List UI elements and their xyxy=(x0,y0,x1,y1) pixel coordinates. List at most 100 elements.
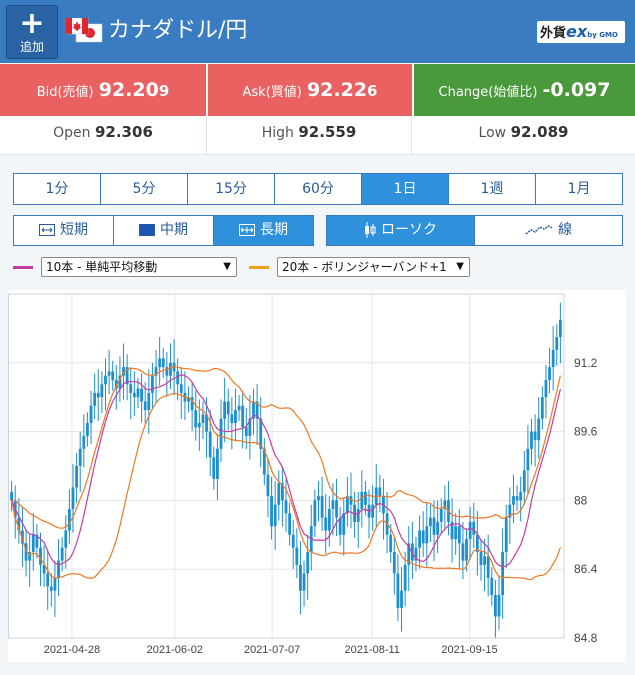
bid-value: 92.20 xyxy=(98,79,159,101)
candle-body xyxy=(60,547,64,561)
ask-label: Ask(買値) xyxy=(242,85,302,100)
candlestick-label: ローソク xyxy=(381,222,437,238)
candle-body xyxy=(439,509,443,522)
candle-body xyxy=(324,517,328,531)
candle-body xyxy=(179,384,183,393)
low-label: Low xyxy=(478,125,507,141)
candle-body xyxy=(483,556,486,565)
candle-body xyxy=(468,521,472,540)
candle-body xyxy=(151,375,154,393)
candle-body xyxy=(501,552,505,595)
low-pip: 9 xyxy=(558,123,569,141)
y-tick-label: 91.2 xyxy=(574,356,598,370)
tab-long-term[interactable]: 長期 xyxy=(214,216,313,245)
candle-body xyxy=(194,410,198,428)
mid-term-label: 中期 xyxy=(160,222,188,238)
candle-body xyxy=(436,521,440,535)
candle-body xyxy=(472,521,476,535)
tab-candlestick[interactable]: ローソク xyxy=(327,216,475,245)
long-term-icon xyxy=(239,224,255,236)
bb-select[interactable]: 20本 - ボリンジャーバンド+1 ▼ xyxy=(277,257,470,277)
tab-1day[interactable]: 1日 xyxy=(362,174,449,204)
candle-body xyxy=(400,590,403,608)
x-tick-label: 2021-04-28 xyxy=(44,644,100,656)
ask-pip: 6 xyxy=(367,82,378,100)
change-label: Change(始値比) xyxy=(438,85,538,100)
tab-1week[interactable]: 1週 xyxy=(449,174,536,204)
plus-icon: + xyxy=(19,6,45,41)
candle-body xyxy=(201,414,205,423)
change-value: -0.097 xyxy=(542,79,611,101)
tab-mid-term[interactable]: 中期 xyxy=(114,216,214,245)
bid-label: Bid(売値) xyxy=(36,85,94,100)
add-button[interactable]: + 追加 xyxy=(6,5,58,59)
candle-body xyxy=(432,517,436,535)
candle-body xyxy=(364,491,367,505)
tab-line[interactable]: 線 xyxy=(475,216,622,245)
candle-body xyxy=(234,410,237,423)
x-tick-label: 2021-09-15 xyxy=(441,644,497,656)
ask-box: Ask(買値) 92.226 xyxy=(208,64,412,116)
ma-select-value: 10本 - 単純平均移動 xyxy=(46,260,158,274)
candle-body xyxy=(497,595,501,617)
app-header: + 追加 カナダドル/円 外貨exby GMO xyxy=(0,0,635,63)
candle-body xyxy=(161,358,165,368)
candle-body xyxy=(389,534,393,552)
candle-body xyxy=(46,573,50,587)
candle-body xyxy=(345,496,349,514)
candle-body xyxy=(371,504,375,518)
ma-select[interactable]: 10本 - 単純平均移動 ▼ xyxy=(41,257,237,277)
candle-body xyxy=(277,483,281,505)
candle-body xyxy=(425,526,429,544)
candle-body xyxy=(132,392,136,398)
candle-body xyxy=(494,595,497,617)
candle-body xyxy=(93,392,97,406)
candle-body xyxy=(454,526,458,540)
candle-body xyxy=(540,397,544,419)
candle-body xyxy=(526,448,530,471)
tab-1month[interactable]: 1月 xyxy=(536,174,622,204)
candle-body xyxy=(421,530,425,544)
candle-body xyxy=(515,496,519,501)
candle-body xyxy=(176,371,180,385)
tab-short-term[interactable]: 短期 xyxy=(14,216,114,245)
candlestick-icon xyxy=(365,222,376,238)
candle-body xyxy=(89,405,93,423)
candle-body xyxy=(392,552,396,574)
candle-body xyxy=(486,556,490,578)
candle-body xyxy=(49,586,53,591)
candle-body xyxy=(39,547,42,565)
tab-5min[interactable]: 5分 xyxy=(101,174,188,204)
candle-body xyxy=(320,496,324,518)
candle-body xyxy=(270,496,273,527)
candle-body xyxy=(111,371,115,380)
candle-body xyxy=(212,457,216,479)
line-chart-icon xyxy=(525,225,553,235)
candle-body xyxy=(244,427,248,436)
candle-body xyxy=(544,380,548,398)
candle-body xyxy=(67,509,71,531)
tab-60min[interactable]: 60分 xyxy=(275,174,362,204)
candle-body xyxy=(86,423,89,436)
candle-body xyxy=(295,547,299,565)
open-label: Open xyxy=(53,125,91,141)
candle-body xyxy=(522,470,526,492)
open-value: 92.30 xyxy=(94,123,143,141)
candle-body xyxy=(479,552,483,565)
tab-15min[interactable]: 15分 xyxy=(188,174,275,204)
timeframe-tabs: 1分 5分 15分 60分 1日 1週 1月 xyxy=(13,173,623,205)
candle-body xyxy=(143,401,147,411)
candle-body xyxy=(461,543,465,561)
candle-body xyxy=(288,513,292,535)
mid-term-icon xyxy=(139,224,155,236)
bid-pip: 9 xyxy=(158,82,170,100)
ask-value: 92.22 xyxy=(306,79,368,101)
candle-body xyxy=(216,448,219,479)
tab-1min[interactable]: 1分 xyxy=(14,174,101,204)
candle-body xyxy=(53,577,57,591)
y-tick-label: 89.6 xyxy=(574,425,598,439)
candle-body xyxy=(360,491,364,509)
long-term-label: 長期 xyxy=(260,222,288,238)
candle-body xyxy=(403,564,407,591)
ma-color-swatch xyxy=(13,266,33,269)
